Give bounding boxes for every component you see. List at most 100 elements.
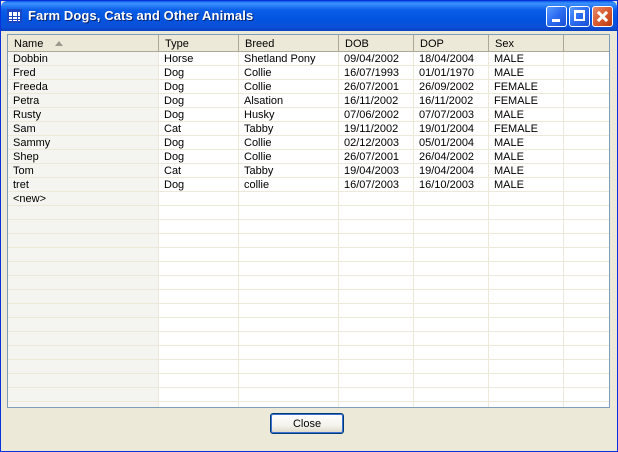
cell-dob[interactable]: 26/07/2001 bbox=[344, 80, 412, 94]
cell-type[interactable]: Dog bbox=[164, 108, 237, 122]
cell-sex[interactable]: MALE bbox=[494, 108, 562, 122]
cell-dop[interactable]: 01/01/1970 bbox=[419, 66, 487, 80]
empty-row bbox=[8, 346, 609, 360]
cell-breed[interactable]: Collie bbox=[244, 80, 337, 94]
column-divider bbox=[338, 52, 339, 407]
column-header-label: Sex bbox=[495, 38, 514, 50]
empty-row bbox=[8, 374, 609, 388]
column-divider bbox=[238, 52, 239, 407]
cell-breed[interactable]: Collie bbox=[244, 136, 337, 150]
cell-type[interactable]: Dog bbox=[164, 66, 237, 80]
cell-sex[interactable]: FEMALE bbox=[494, 94, 562, 108]
cell-dop[interactable]: 26/09/2002 bbox=[419, 80, 487, 94]
button-bar: Close bbox=[7, 408, 610, 444]
column-header-dop[interactable]: DOP bbox=[414, 35, 489, 52]
empty-row bbox=[8, 332, 609, 346]
cell-name[interactable]: Dobbin bbox=[13, 52, 157, 66]
cell-dob[interactable]: 07/06/2002 bbox=[344, 108, 412, 122]
animals-table[interactable]: Name Type Breed DOB DOP Sex Dobbin Horse Shetlan… bbox=[7, 34, 610, 408]
cell-sex[interactable]: FEMALE bbox=[494, 122, 562, 136]
cell-sex[interactable]: MALE bbox=[494, 178, 562, 192]
cell-name[interactable]: Petra bbox=[13, 94, 157, 108]
empty-row bbox=[8, 276, 609, 290]
cell-sex[interactable]: FEMALE bbox=[494, 80, 562, 94]
cell-dop[interactable]: 19/04/2004 bbox=[419, 164, 487, 178]
app-window: Farm Dogs, Cats and Other Animals Name Ty… bbox=[0, 0, 618, 452]
cell-dop[interactable]: 19/01/2004 bbox=[419, 122, 487, 136]
cell-dob[interactable]: 16/11/2002 bbox=[344, 94, 412, 108]
cell-sex[interactable]: MALE bbox=[494, 164, 562, 178]
cell-type[interactable]: Cat bbox=[164, 122, 237, 136]
cell-sex[interactable]: MALE bbox=[494, 66, 562, 80]
cell-name[interactable]: Fred bbox=[13, 66, 157, 80]
cell-type[interactable]: Dog bbox=[164, 150, 237, 164]
cell-breed[interactable]: Alsation bbox=[244, 94, 337, 108]
cell-dob[interactable]: 16/07/2003 bbox=[344, 178, 412, 192]
window-title: Farm Dogs, Cats and Other Animals bbox=[28, 8, 254, 23]
cell-type[interactable]: Cat bbox=[164, 164, 237, 178]
cell-name[interactable]: Rusty bbox=[13, 108, 157, 122]
cell-dop[interactable]: 18/04/2004 bbox=[419, 52, 487, 66]
cell-dop[interactable]: 05/01/2004 bbox=[419, 136, 487, 150]
cell-type[interactable]: Dog bbox=[164, 178, 237, 192]
close-icon bbox=[593, 7, 612, 26]
empty-row bbox=[8, 234, 609, 248]
maximize-button[interactable] bbox=[569, 6, 590, 27]
cell-name[interactable]: Sammy bbox=[13, 136, 157, 150]
new-row-placeholder[interactable]: <new> bbox=[13, 192, 157, 206]
cell-type[interactable]: Horse bbox=[164, 52, 237, 66]
column-header-label: Type bbox=[165, 38, 189, 50]
close-window-button[interactable] bbox=[592, 6, 613, 27]
cell-type[interactable]: Dog bbox=[164, 80, 237, 94]
close-button[interactable]: Close bbox=[270, 413, 344, 434]
column-divider bbox=[158, 52, 159, 407]
cell-sex[interactable]: MALE bbox=[494, 136, 562, 150]
cell-breed[interactable]: Tabby bbox=[244, 122, 337, 136]
empty-row bbox=[8, 360, 609, 374]
cell-breed[interactable]: Husky bbox=[244, 108, 337, 122]
cell-dob[interactable]: 09/04/2002 bbox=[344, 52, 412, 66]
cell-dob[interactable]: 02/12/2003 bbox=[344, 136, 412, 150]
column-divider bbox=[488, 52, 489, 407]
cell-name[interactable]: Freeda bbox=[13, 80, 157, 94]
column-header-name[interactable]: Name bbox=[8, 35, 159, 52]
column-header-label: DOB bbox=[345, 38, 369, 50]
column-divider bbox=[563, 52, 564, 407]
sort-ascending-icon bbox=[55, 41, 64, 46]
minimize-icon bbox=[552, 19, 560, 22]
cell-type[interactable]: Dog bbox=[164, 94, 237, 108]
column-header-sex[interactable]: Sex bbox=[489, 35, 564, 52]
empty-row bbox=[8, 220, 609, 234]
cell-sex[interactable]: MALE bbox=[494, 52, 562, 66]
cell-dop[interactable]: 16/11/2002 bbox=[419, 94, 487, 108]
maximize-icon bbox=[574, 10, 585, 21]
cell-name[interactable]: Shep bbox=[13, 150, 157, 164]
cell-name[interactable]: tret bbox=[13, 178, 157, 192]
column-header-breed[interactable]: Breed bbox=[239, 35, 339, 52]
column-header-type[interactable]: Type bbox=[159, 35, 239, 52]
title-bar[interactable]: Farm Dogs, Cats and Other Animals bbox=[1, 1, 617, 31]
column-header-dob[interactable]: DOB bbox=[339, 35, 414, 52]
column-header-label: DOP bbox=[420, 38, 444, 50]
cell-breed[interactable]: Collie bbox=[244, 66, 337, 80]
cell-dob[interactable]: 19/11/2002 bbox=[344, 122, 412, 136]
empty-row bbox=[8, 262, 609, 276]
cell-dop[interactable]: 26/04/2002 bbox=[419, 150, 487, 164]
cell-dob[interactable]: 26/07/2001 bbox=[344, 150, 412, 164]
cell-type[interactable]: Dog bbox=[164, 136, 237, 150]
minimize-button[interactable] bbox=[546, 6, 567, 27]
table-grid-icon bbox=[7, 9, 22, 23]
cell-dop[interactable]: 07/07/2003 bbox=[419, 108, 487, 122]
cell-breed[interactable]: collie bbox=[244, 178, 337, 192]
cell-breed[interactable]: Shetland Pony bbox=[244, 52, 337, 66]
cell-breed[interactable]: Collie bbox=[244, 150, 337, 164]
empty-row bbox=[8, 248, 609, 262]
cell-dop[interactable]: 16/10/2003 bbox=[419, 178, 487, 192]
cell-sex[interactable]: MALE bbox=[494, 150, 562, 164]
cell-dob[interactable]: 19/04/2003 bbox=[344, 164, 412, 178]
column-header-label: Name bbox=[14, 38, 44, 50]
cell-name[interactable]: Sam bbox=[13, 122, 157, 136]
cell-dob[interactable]: 16/07/1993 bbox=[344, 66, 412, 80]
cell-name[interactable]: Tom bbox=[13, 164, 157, 178]
cell-breed[interactable]: Tabby bbox=[244, 164, 337, 178]
